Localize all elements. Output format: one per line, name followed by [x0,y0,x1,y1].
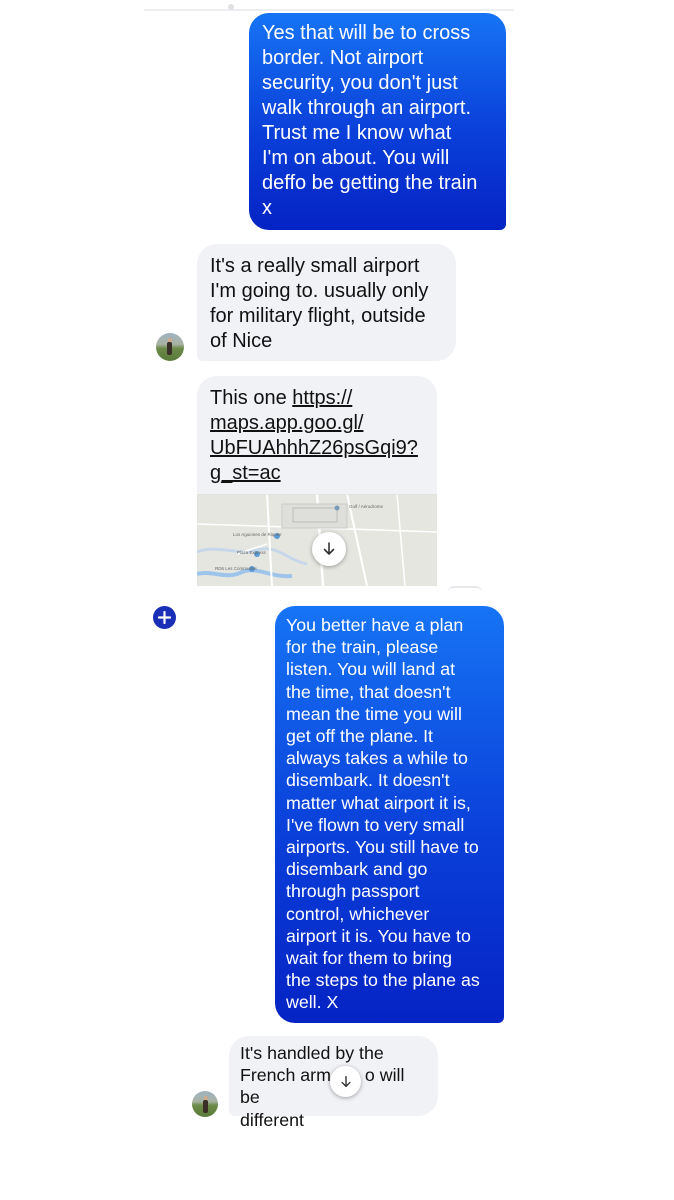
message-line: It's handled by the [240,1043,384,1063]
message-line: wait for them to bring [286,948,453,969]
message-line: for the train, please [286,637,439,658]
message-line: mean the time you will [286,703,462,724]
map-label: Golf / Aérodrome [349,504,384,509]
message-bubble-incoming[interactable]: It's a really small airport I'm going to… [197,244,456,361]
message-line: disembark. It doesn't [286,770,450,791]
scroll-to-bottom-button[interactable] [330,1066,361,1097]
message-fragment: French arm [240,1065,331,1086]
arrow-down-icon [340,1075,351,1087]
message-line: security, you don't just [262,72,458,94]
add-plus-button[interactable] [153,606,176,629]
reaction-bubble-edge [448,586,482,592]
message-line: control, whichever [286,903,430,924]
map-link[interactable]: maps.app.goo.gl/ [210,411,425,436]
contact-avatar[interactable] [192,1091,218,1117]
message-line: the steps to the plane as [286,970,480,991]
contact-avatar[interactable] [156,333,184,361]
message-line: walk through an airport. [262,97,472,119]
map-label: RD6 Les Communes [215,566,257,571]
map-label: Plaza Express [237,550,266,555]
message-line: You better have a plan [286,615,464,635]
message-line: different [240,1109,304,1130]
message-line: always takes a while to [286,748,468,769]
message-line: listen. You will land at [286,659,456,680]
message-line: airports. You still have to [286,837,479,858]
map-link[interactable]: g_st=ac [210,461,425,486]
message-line: well. X [286,992,339,1013]
message-line: It's a really small airport [210,255,420,277]
message-line: Trust me I know what [262,122,452,144]
message-line: deffo be getting the train [262,172,478,194]
map-preview[interactable]: Los Aguiones de Riquier Plaza Express Go… [197,494,437,586]
message-line: x [262,197,272,219]
avatar-figure-body [167,342,172,355]
map-label: Los Aguiones de Riquier [233,532,282,537]
map-link[interactable]: https:// [292,387,352,409]
message-line: matter what airport it is, [286,792,471,813]
message-bubble-outgoing[interactable]: You better have a plan for the train, pl… [275,606,504,1023]
message-line: Yes that will be to cross [262,22,471,44]
message-line: I'm on about. You will [262,147,450,169]
message-line: get off the plane. It [286,726,433,747]
message-line: of Nice [210,330,273,352]
message-line: This one https:// [210,386,425,411]
scroll-down-button[interactable] [312,532,346,566]
plus-icon [158,611,171,624]
arrow-down-icon [323,542,335,555]
map-link[interactable]: UbFUAhhhZ26psGqi9? [210,436,425,461]
message-line: I've flown to very small [286,814,465,835]
message-line: airport it is. You have to [286,925,471,946]
message-bubble-link[interactable]: This one https:// maps.app.goo.gl/ UbFUA… [197,376,437,586]
conversation-top-divider [144,9,514,11]
message-line: through passport [286,881,420,902]
avatar-figure-body [203,1100,208,1113]
read-receipt-dot [228,4,234,10]
message-line: the time, that doesn't [286,681,451,702]
link-prefix-text: This one [210,387,293,409]
message-bubble-outgoing[interactable]: Yes that will be to cross border. Not ai… [249,13,506,230]
message-line: I'm going to. usually only [210,280,429,302]
message-line: disembark and go [286,859,428,880]
message-line: border. Not airport [262,47,424,69]
message-line: for military flight, outside [210,305,426,327]
